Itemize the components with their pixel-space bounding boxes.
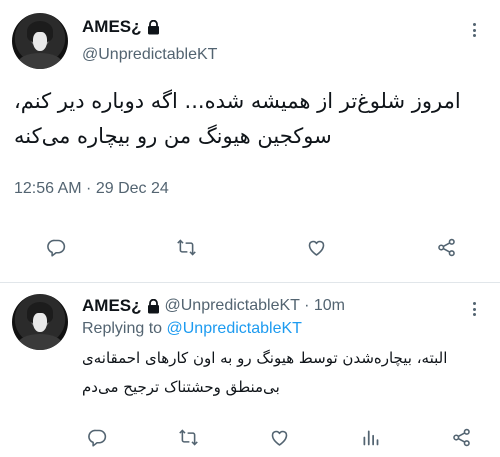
display-name-text: AMES¿	[82, 296, 142, 315]
handle[interactable]: @UnpredictableKT	[82, 46, 217, 64]
tweet-text-line: البته، بیچاره‌شدن توسط هیونگ رو به اون ک…	[82, 349, 448, 367]
main-tweet: AMES¿ @UnpredictableKT امروز شلوغ‌تر از …	[0, 0, 500, 283]
action-bar	[45, 236, 457, 258]
tweet-text-line: امروز شلوغ‌تر از همیشه شده... اگه دوباره…	[14, 89, 461, 113]
action-bar	[86, 426, 472, 448]
like-icon[interactable]	[268, 426, 290, 448]
reply-icon[interactable]	[45, 236, 67, 258]
reply-tweet: AMES¿ @UnpredictableKT · 10m Replying to…	[0, 284, 500, 457]
reply-header: AMES¿ @UnpredictableKT · 10m	[82, 296, 345, 316]
avatar[interactable]	[12, 294, 68, 350]
replying-to-label: Replying to	[82, 320, 163, 337]
lock-icon	[147, 298, 160, 314]
tweet-text: امروز شلوغ‌تر از همیشه شده... اگه دوباره…	[14, 84, 484, 154]
retweet-icon[interactable]	[175, 236, 197, 258]
replying-to: Replying to @UnpredictableKT	[82, 320, 302, 338]
reply-icon[interactable]	[86, 426, 108, 448]
handle-and-time[interactable]: @UnpredictableKT · 10m	[165, 297, 345, 315]
share-icon[interactable]	[435, 236, 457, 258]
more-icon[interactable]	[467, 300, 481, 318]
timestamp[interactable]: 12:56 AM · 29 Dec 24	[14, 180, 169, 198]
tweet-text-line: سوکجین هیونگ من رو بیچاره می‌کنه	[14, 124, 332, 148]
display-name-text: AMES¿	[82, 17, 142, 36]
views-icon[interactable]	[359, 426, 381, 448]
like-icon[interactable]	[305, 236, 327, 258]
avatar[interactable]	[12, 13, 68, 69]
more-icon[interactable]	[467, 21, 481, 39]
tweet-text-line: بی‌منطق وحشتناک ترجیح می‌دم	[82, 378, 280, 396]
lock-icon	[147, 19, 160, 35]
display-name[interactable]: AMES¿	[82, 17, 160, 37]
replying-to-handle[interactable]: @UnpredictableKT	[167, 320, 302, 337]
tweet-text: البته، بیچاره‌شدن توسط هیونگ رو به اون ک…	[82, 344, 482, 402]
display-name[interactable]: AMES¿	[82, 296, 160, 316]
retweet-icon[interactable]	[177, 426, 199, 448]
share-icon[interactable]	[450, 426, 472, 448]
